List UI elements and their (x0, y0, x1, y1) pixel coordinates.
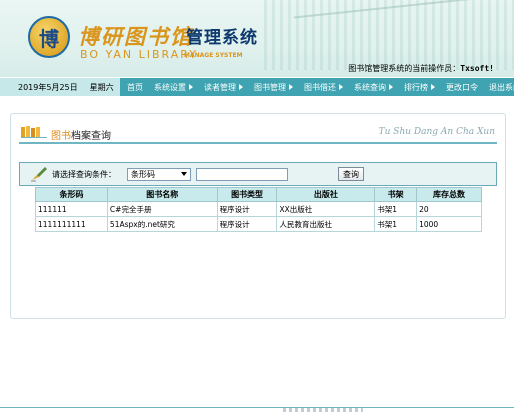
nav-menu-label: 排行榜 (404, 82, 428, 92)
results-table: 条形码 图书名称 图书类型 出版社 书架 库存总数 111111 C#完全手册 … (35, 187, 482, 232)
query-button[interactable]: 查询 (338, 167, 364, 181)
cell-barcode: 111111 (35, 201, 108, 217)
triangle-right-icon (189, 84, 193, 90)
column-header-publisher: 出版社 (276, 187, 376, 202)
operator-label: 图书馆管理系统的当前操作员： (348, 64, 461, 73)
nav-menu-label: 图书管理 (254, 82, 286, 92)
panel-header: 图书档案查询 Tu Shu Dang An Cha Xun (19, 122, 497, 144)
cell-stock: 20 (416, 201, 482, 217)
cell-shelf: 书架1 (374, 216, 418, 232)
column-header-book-name: 图书名称 (106, 187, 218, 202)
nav-menu-label: 首页 (127, 82, 143, 92)
nav-menu-label: 更改口令 (446, 82, 478, 92)
nav-menu-item[interactable]: 更改口令 (439, 78, 482, 96)
header-banner: 博 博研图书馆 管理系统 BO YAN LIBRARY MANAGE SYSTE… (0, 0, 514, 77)
search-condition-label: 请选择查询条件： (52, 169, 116, 179)
chevron-down-icon (181, 172, 187, 176)
cell-barcode: 1111111111 (35, 216, 108, 232)
nav-menu-item[interactable]: 图书管理 (247, 78, 297, 96)
panel-title: 图书档案查询 (51, 127, 111, 142)
search-bar: 请选择查询条件： 条形码 查询 (19, 162, 497, 186)
main-menu: 首页 系统设置 读者管理 图书管理 图书借还 系统查询 排行榜 更改口令 退出系统 (120, 78, 514, 96)
logo-char: 博 (39, 26, 59, 51)
cell-book-name: C#完全手册 (106, 201, 218, 217)
nav-menu-label: 系统设置 (154, 82, 186, 92)
cell-publisher: 人民教育出版社 (276, 216, 376, 232)
nav-menu-item[interactable]: 排行榜 (397, 78, 439, 96)
cell-stock: 1000 (416, 216, 482, 232)
library-logo-icon: 博 (28, 16, 70, 58)
cell-book-name: 51Aspx的.net研究 (106, 216, 218, 232)
panel-title-highlight: 图书 (51, 131, 71, 142)
library-name-en: BO YAN LIBRARY (80, 48, 198, 61)
nav-menu-item[interactable]: 读者管理 (197, 78, 247, 96)
triangle-right-icon (431, 84, 435, 90)
cell-publisher: XX出版社 (276, 201, 376, 217)
table-row: 1111111111 51Aspx的.net研究 程序设计 人民教育出版社 书架… (35, 216, 482, 232)
book-archive-panel: 图书档案查询 Tu Shu Dang An Cha Xun 请选择查询条件： 条… (10, 113, 506, 319)
nav-menu-item[interactable]: 系统查询 (347, 78, 397, 96)
search-field-value: 条形码 (131, 169, 155, 179)
column-header-stock: 库存总数 (416, 187, 482, 202)
operator-name: Txsoft! (460, 64, 494, 73)
column-header-shelf: 书架 (374, 187, 418, 202)
app-frame: 博 博研图书馆 管理系统 BO YAN LIBRARY MANAGE SYSTE… (0, 0, 514, 414)
system-name: 管理系统 (186, 28, 258, 48)
triangle-right-icon (339, 84, 343, 90)
nav-menu-label: 系统查询 (354, 82, 386, 92)
current-operator: 图书馆管理系统的当前操作员：Txsoft! (348, 63, 494, 74)
footer-divider (0, 407, 514, 408)
triangle-right-icon (389, 84, 393, 90)
nav-menu-label: 读者管理 (204, 82, 236, 92)
library-name-cn: 博研图书馆 (78, 24, 193, 49)
cell-book-type: 程序设计 (216, 201, 278, 217)
panel-title-en: Tu Shu Dang An Cha Xun (378, 127, 495, 137)
current-weekday: 星期六 (89, 82, 114, 92)
search-input[interactable] (196, 167, 288, 181)
triangle-right-icon (239, 84, 243, 90)
nav-menu-label: 退出系统 (489, 82, 514, 92)
nav-menu-item[interactable]: 退出系统 (482, 78, 514, 96)
manage-system-label: MANAGE SYSTEM (184, 52, 243, 59)
column-header-barcode: 条形码 (35, 187, 108, 202)
nav-bar: 2019年5月25日 星期六 首页 系统设置 读者管理 图书管理 图书借还 系统查询 排行榜… (0, 77, 514, 96)
triangle-right-icon (289, 84, 293, 90)
cell-book-type: 程序设计 (216, 216, 278, 232)
panel-title-rest: 档案查询 (71, 131, 111, 142)
cell-shelf: 书架1 (374, 201, 418, 217)
nav-menu-item[interactable]: 系统设置 (147, 78, 197, 96)
nav-menu-item[interactable]: 首页 (120, 78, 147, 96)
table-row: 111111 C#完全手册 程序设计 XX出版社 书架1 20 (35, 201, 482, 217)
footer-decoration (283, 408, 363, 412)
nav-menu-item[interactable]: 图书借还 (297, 78, 347, 96)
pen-icon (31, 167, 47, 182)
column-header-book-type: 图书类型 (216, 187, 278, 202)
nav-menu-label: 图书借还 (304, 82, 336, 92)
books-icon (21, 126, 47, 138)
date-display: 2019年5月25日 星期六 (0, 78, 120, 96)
table-header-row: 条形码 图书名称 图书类型 出版社 书架 库存总数 (35, 187, 482, 202)
current-date: 2019年5月25日 (18, 82, 78, 92)
search-field-select[interactable]: 条形码 (127, 167, 191, 181)
